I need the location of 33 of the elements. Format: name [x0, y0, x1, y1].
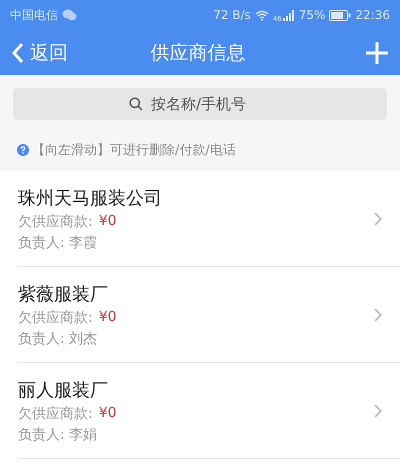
chevron-right-icon — [374, 308, 382, 322]
supplier-item[interactable]: 珠州天马服装公司 欠供应商款: ¥0 负责人: 李霞 — [18, 171, 400, 267]
search-icon — [129, 97, 143, 111]
supplier-item[interactable]: 丽人服装厂 欠供应商款: ¥0 负责人: 李娟 — [18, 363, 400, 459]
contact-person: 负责人: 刘杰 — [18, 330, 98, 348]
debt-amount: ¥0 — [98, 308, 117, 326]
chat-bubbles-icon — [62, 9, 77, 21]
supplier-name: 珠州天马服装公司 — [18, 186, 163, 210]
supplier-item[interactable]: 紫薇服装厂 欠供应商款: ¥0 负责人: 刘杰 — [18, 267, 400, 363]
debt-label: 欠供应商款: — [18, 404, 93, 422]
page-title: 供应商信息 — [150, 40, 246, 66]
signal-icon — [282, 10, 295, 20]
debt-label: 欠供应商款: — [18, 308, 93, 326]
chevron-right-icon — [374, 404, 382, 418]
chevron-left-icon[interactable] — [12, 42, 24, 64]
debt-label: 欠供应商款: — [18, 212, 93, 230]
wifi-icon — [254, 10, 269, 20]
debt-amount: ¥0 — [98, 212, 117, 230]
hint-text: 【向左滑动】可进行删除/付款/电话 — [32, 142, 236, 159]
battery-icon — [329, 10, 352, 20]
help-icon — [17, 144, 29, 156]
add-icon[interactable] — [366, 42, 388, 64]
chevron-right-icon — [374, 212, 382, 226]
supplier-name: 紫薇服装厂 — [18, 282, 109, 306]
battery-percent: 75% — [298, 8, 326, 22]
clock-time: 22:36 — [355, 8, 390, 22]
contact-person: 负责人: 李娟 — [18, 426, 98, 444]
contact-person: 负责人: 李霞 — [18, 234, 98, 252]
supplier-name: 丽人服装厂 — [18, 378, 109, 402]
carrier-name: 中国电信 — [10, 6, 58, 24]
debt-amount: ¥0 — [98, 404, 117, 422]
network-speed: 72 B/s — [213, 8, 251, 22]
search-field[interactable]: 按名称/手机号 — [151, 95, 271, 113]
